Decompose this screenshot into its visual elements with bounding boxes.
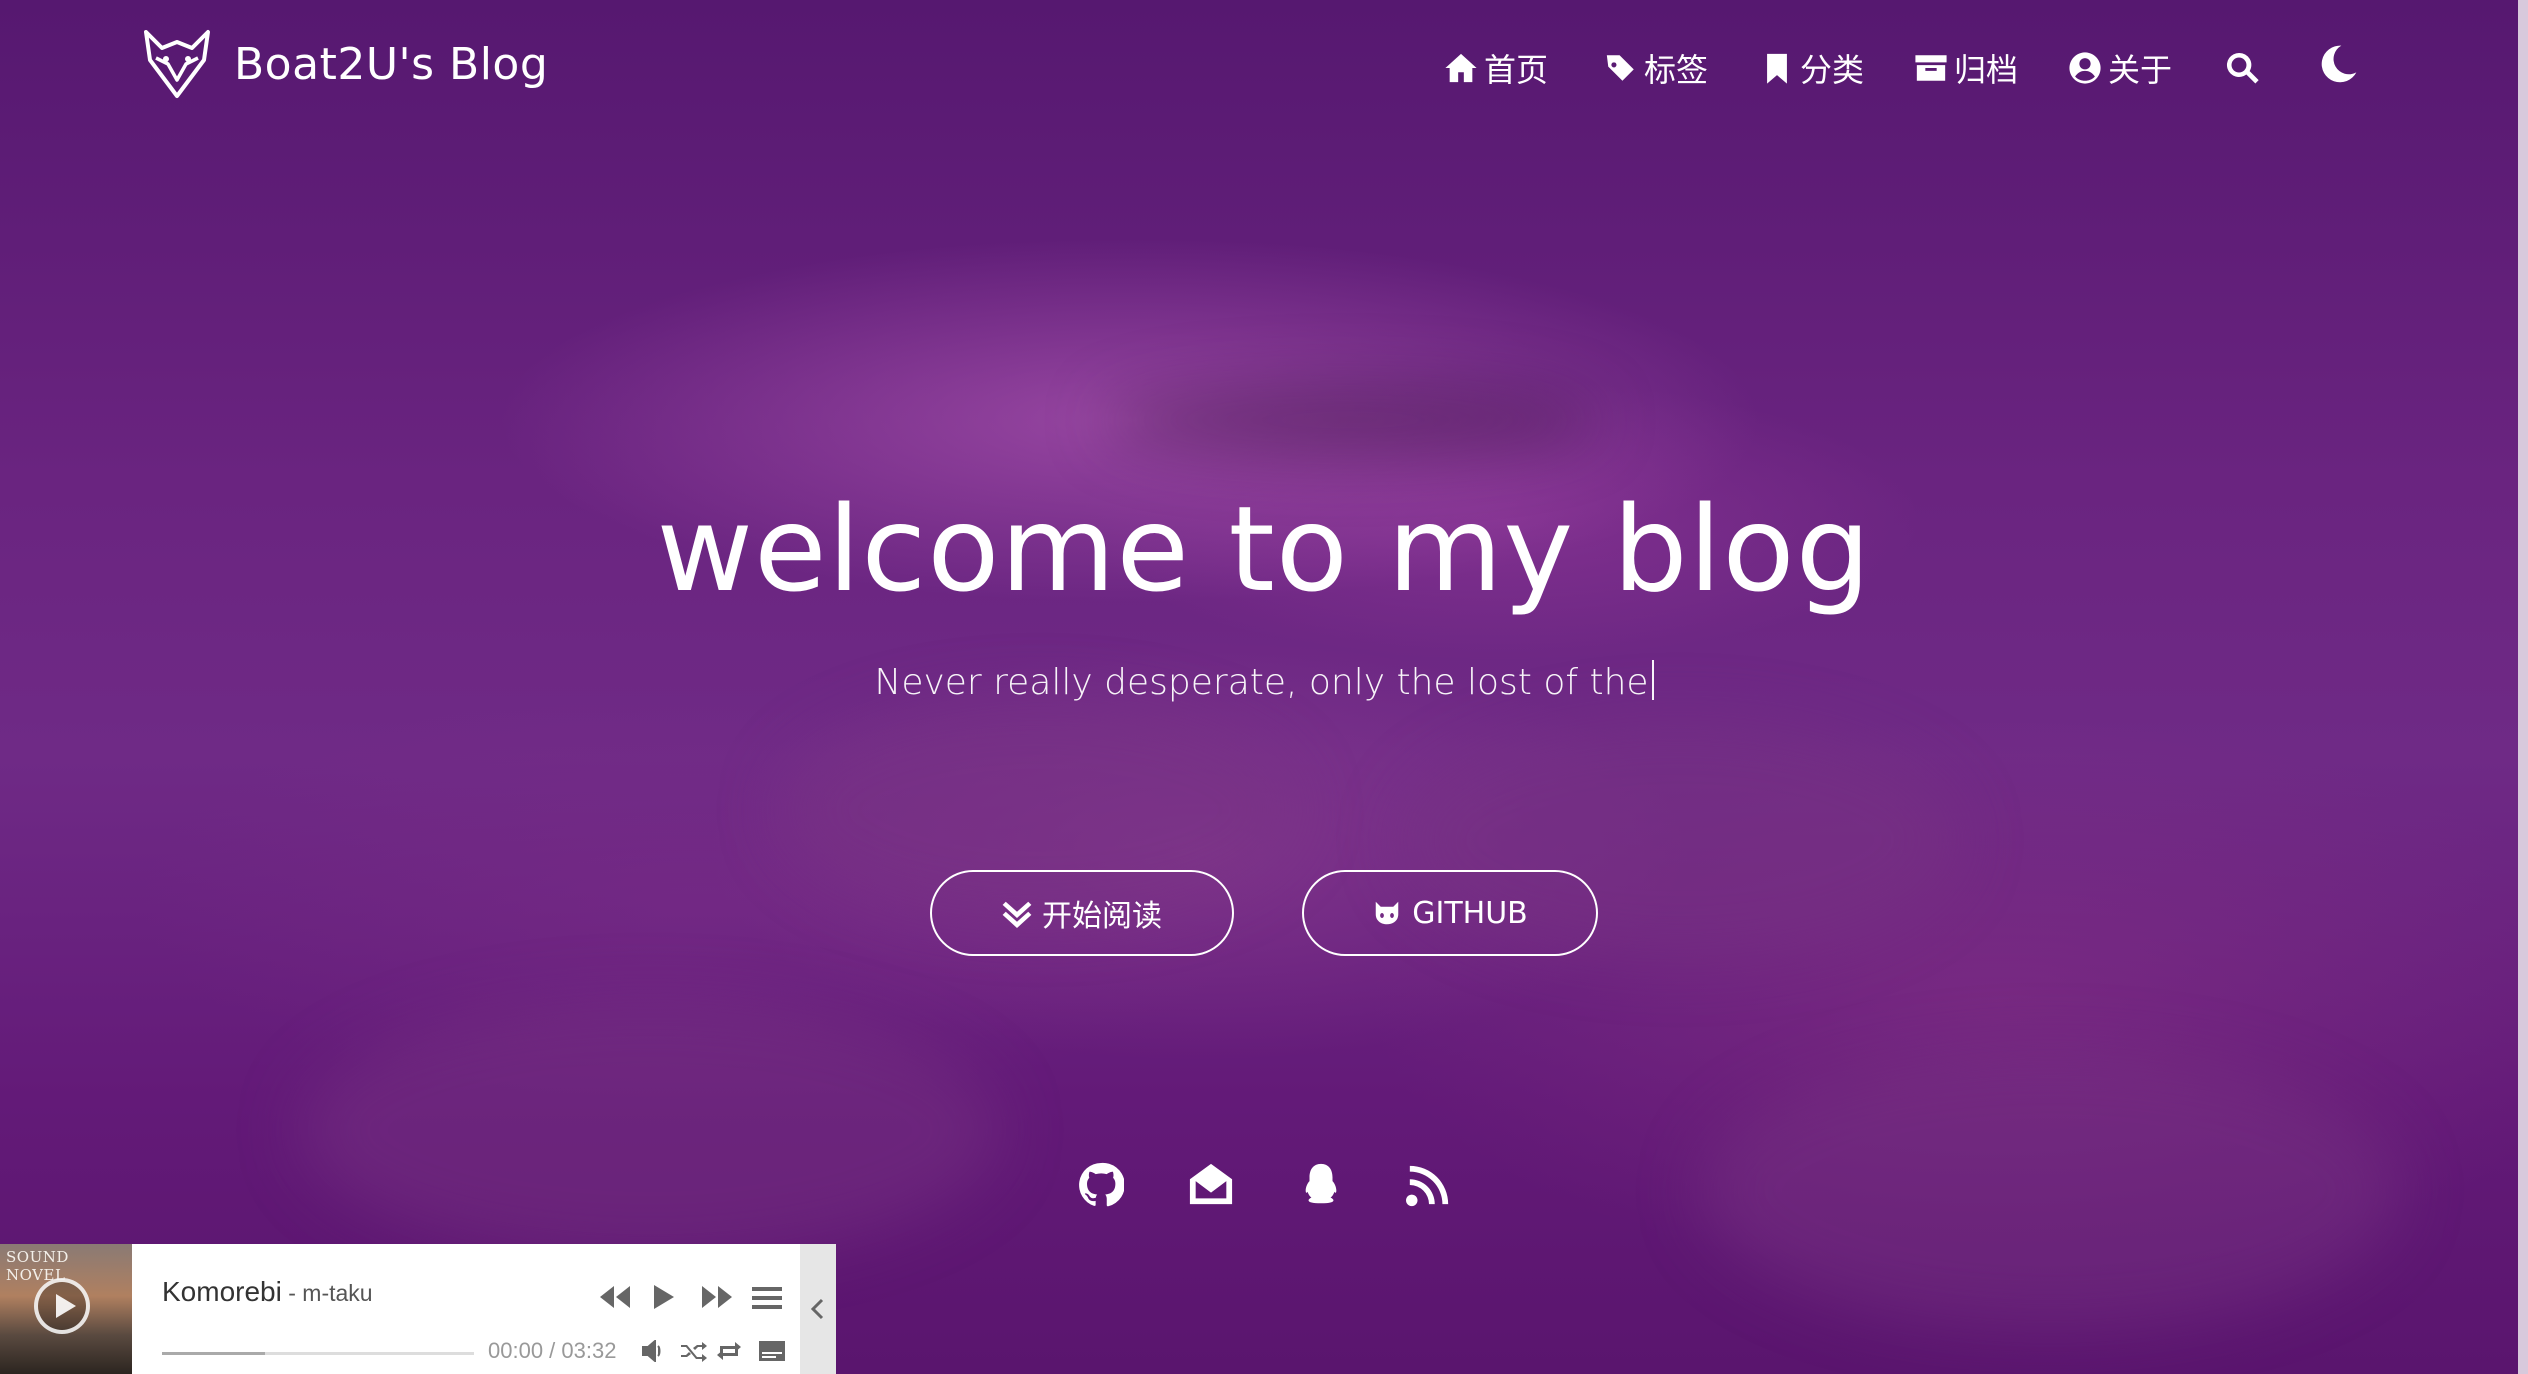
- nav-item-label: 标签: [1644, 51, 1709, 89]
- album-cover[interactable]: SOUND NOVEL: [0, 1244, 132, 1374]
- github-label: GITHUB: [1412, 895, 1528, 931]
- github-button[interactable]: GITHUB: [1302, 870, 1598, 956]
- playlist-menu-icon[interactable]: [752, 1286, 782, 1310]
- tags-icon: [1606, 55, 1634, 81]
- nav-item-label: 首页: [1484, 51, 1549, 89]
- theme-toggle-button[interactable]: [2318, 36, 2364, 92]
- volume-icon[interactable]: [642, 1340, 666, 1362]
- page-scrollbar[interactable]: [2518, 0, 2528, 1374]
- site-title: Boat2U's Blog: [234, 38, 549, 90]
- search-button[interactable]: [2224, 40, 2266, 96]
- nav-item-label: 分类: [1800, 51, 1865, 89]
- start-reading-button[interactable]: 开始阅读: [930, 870, 1234, 956]
- hero-subtitle: Never really desperate, only the lost of…: [0, 660, 2528, 703]
- hero-title: welcome to my blog: [656, 480, 1872, 618]
- song-info: Komorebi - m-taku: [162, 1276, 373, 1308]
- nav-item-home[interactable]: 首页: [1444, 40, 1548, 96]
- nav-item-label: 归档: [1954, 51, 2019, 89]
- social-rss-link[interactable]: [1404, 1160, 1454, 1210]
- fox-logo-icon: [144, 30, 210, 98]
- double-chevron-down-icon: [1002, 901, 1032, 928]
- rss-icon: [1406, 1165, 1449, 1207]
- progress-bar[interactable]: [162, 1352, 474, 1355]
- archive-icon: [1915, 55, 1947, 81]
- social-email-link[interactable]: [1186, 1160, 1236, 1210]
- qq-icon: [1305, 1163, 1337, 1204]
- social-github-link[interactable]: [1076, 1160, 1126, 1210]
- nav-item-archives[interactable]: 归档: [1914, 40, 2018, 96]
- search-icon: [2226, 52, 2259, 84]
- skip-forward-icon[interactable]: [700, 1284, 734, 1310]
- player-collapse-toggle[interactable]: [800, 1244, 836, 1374]
- nav-item-label: 关于: [2108, 51, 2173, 89]
- nav-item-categories[interactable]: 分类: [1760, 40, 1864, 96]
- skip-back-icon[interactable]: [598, 1284, 632, 1310]
- user-circle-icon: [2069, 52, 2101, 84]
- lyrics-icon[interactable]: [758, 1340, 786, 1362]
- cover-play-icon[interactable]: [34, 1278, 90, 1334]
- bookmark-icon: [1767, 53, 1787, 84]
- nav-item-tags[interactable]: 标签: [1604, 40, 1708, 96]
- music-player: SOUND NOVEL Komorebi - m-taku 00:00 / 03…: [0, 1244, 836, 1374]
- moon-icon: [2321, 45, 2357, 83]
- nav-item-about[interactable]: 关于: [2068, 40, 2172, 96]
- total-time: 03:32: [561, 1338, 617, 1363]
- song-artist: - m-taku: [281, 1280, 373, 1306]
- shuffle-icon[interactable]: [680, 1340, 708, 1362]
- current-time: 00:00: [488, 1338, 544, 1363]
- typing-caret: [1651, 660, 1654, 700]
- progress-loaded: [162, 1352, 265, 1355]
- home-icon: [1445, 53, 1477, 83]
- github-icon: [1375, 901, 1399, 925]
- site-brand[interactable]: Boat2U's Blog: [142, 28, 548, 100]
- repeat-icon[interactable]: [716, 1340, 742, 1362]
- start-reading-label: 开始阅读: [1042, 899, 1162, 934]
- time-separator: /: [543, 1338, 562, 1363]
- navbar: Boat2U's Blog 首页 标签 分类 归档 关于: [0, 0, 2528, 140]
- chevron-left-icon: [810, 1298, 824, 1320]
- github-icon: [1079, 1162, 1124, 1207]
- song-title: Komorebi: [162, 1276, 282, 1307]
- envelope-open-icon: [1189, 1163, 1233, 1205]
- social-qq-link[interactable]: [1296, 1160, 1346, 1210]
- time-display: 00:00 / 03:32: [488, 1338, 616, 1364]
- hero-subtitle-text: Never really desperate, only the lost of…: [874, 662, 1649, 703]
- play-icon[interactable]: [652, 1284, 676, 1310]
